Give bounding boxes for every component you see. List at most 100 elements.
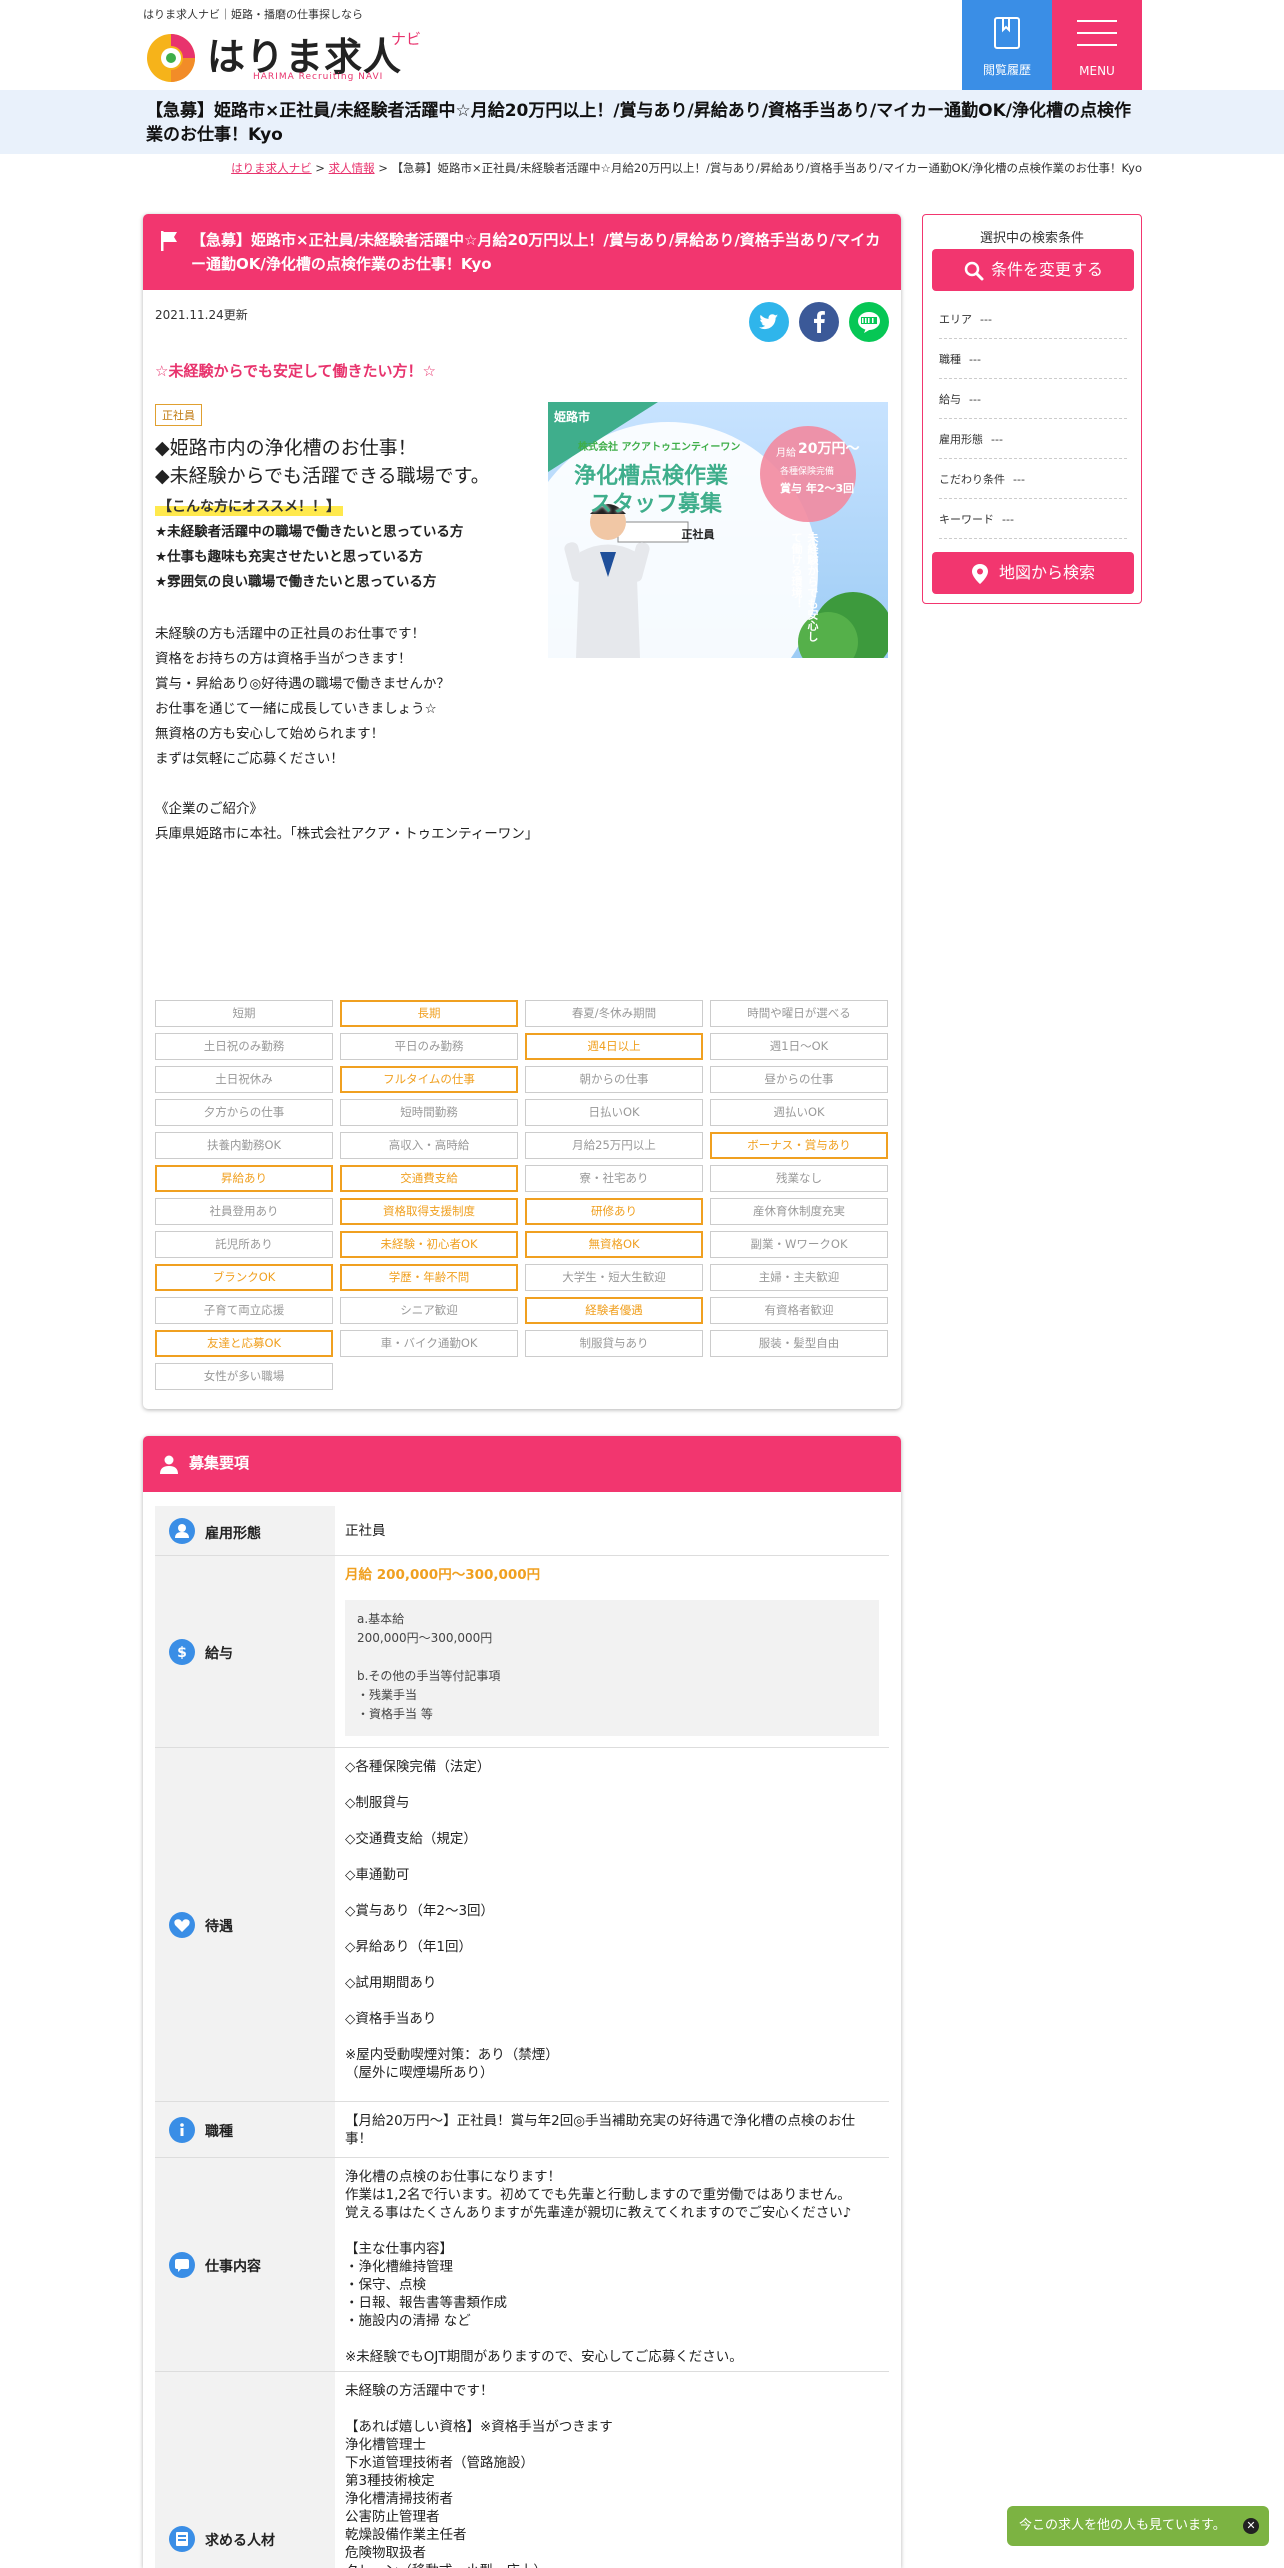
feature-tag[interactable]: 車・バイク通勤OK [340, 1330, 518, 1357]
image-badge: 正社員 [681, 528, 715, 541]
condition-label: 雇用形態 [939, 433, 983, 446]
feature-tag[interactable]: ボーナス・賞与あり [710, 1132, 888, 1159]
wanted-value: 未経験の方活躍中です！ 【あれば嬉しい資格】※資格手当がつきます 浄化槽管理士 … [345, 2383, 613, 2568]
feature-tag[interactable]: フルタイムの仕事 [340, 1066, 518, 1093]
job-description: 未経験の方も活躍中の正社員のお仕事です！ 資格をお持ちの方は資格手当がつきます！… [155, 626, 539, 842]
feature-tag[interactable]: 短期 [155, 1000, 333, 1027]
feature-tag[interactable]: 夕方からの仕事 [155, 1099, 333, 1126]
facebook-share-button[interactable] [799, 302, 839, 342]
menu-label: MENU [1079, 64, 1115, 78]
feature-tag[interactable]: 経験者優遇 [525, 1297, 703, 1324]
page-title-bar: 【急募】姫路市×正社員/未経験者活躍中☆月給20万円以上！/賞与あり/昇給あり/… [0, 90, 1284, 154]
feature-tag[interactable]: 扶養内勤務OK [155, 1132, 333, 1159]
condition-label: 職種 [939, 353, 961, 366]
feature-tag[interactable]: 土日祝休み [155, 1066, 333, 1093]
change-conditions-button[interactable]: 条件を変更する [932, 249, 1134, 291]
feature-tag[interactable]: 有資格者歓迎 [710, 1297, 888, 1324]
feature-tag[interactable]: 日払いOK [525, 1099, 703, 1126]
recommend-point: ★仕事も趣味も充実させたいと思っている方 [155, 549, 423, 565]
line-share-button[interactable] [849, 302, 889, 342]
requirements-header: 募集要項 [143, 1436, 901, 1492]
image-company: 株式会社 アクアトゥエンティーワン [578, 442, 741, 453]
lead-line: ◆姫路市内の浄化槽のお仕事！ [155, 437, 417, 459]
feature-tag[interactable]: 昇給あり [155, 1165, 333, 1192]
salary-detail: a.基本給 200,000円～300,000円 b.その他の手当等付記事項 ・残… [345, 1600, 879, 1736]
feature-tag[interactable]: 平日のみ勤務 [340, 1033, 518, 1060]
feature-tag[interactable]: 副業・WワークOK [710, 1231, 888, 1258]
feature-tag[interactable]: 短時間勤務 [340, 1099, 518, 1126]
row-label-occupation: 職種 [155, 2102, 335, 2158]
search-icon [964, 261, 984, 280]
search-condition-row: エリア --- [939, 301, 1127, 339]
image-region: 姫路市 [554, 410, 591, 424]
info-icon [169, 2117, 195, 2143]
hamburger-icon [1077, 20, 1117, 46]
yen-icon: $ [169, 1639, 195, 1665]
feature-tag[interactable]: 主婦・主夫歓迎 [710, 1264, 888, 1291]
image-salary-value: 20万円～ [798, 441, 860, 457]
feature-tag[interactable]: 資格取得支援制度 [340, 1198, 518, 1225]
heart-icon [169, 1912, 195, 1938]
feature-tag[interactable]: 高収入・高時給 [340, 1132, 518, 1159]
job-image: 姫路市 株式会社 アクアトゥエンティーワン 浄化槽点検作業 スタッフ募集 正社員… [548, 402, 888, 658]
feature-tag[interactable]: 土日祝のみ勤務 [155, 1033, 333, 1060]
feature-tag[interactable]: 女性が多い職場 [155, 1363, 333, 1390]
condition-value: --- [969, 393, 981, 406]
image-salary-label: 月給 [776, 448, 796, 459]
feature-tag[interactable]: 昼からの仕事 [710, 1066, 888, 1093]
feature-tag[interactable]: 大学生・短大生歓迎 [525, 1264, 703, 1291]
breadcrumb-home-link[interactable]: はりま求人ナビ [231, 161, 312, 175]
feature-tag[interactable]: 週払いOK [710, 1099, 888, 1126]
site-tagline: はりま求人ナビ｜姫路・播磨の仕事探しなら [143, 8, 363, 21]
row-label-text: 求める人材 [205, 2533, 275, 2549]
recommend-heading: 【こんな方にオススメ！！】 [155, 496, 343, 516]
row-label-text: 待遇 [205, 1919, 233, 1935]
map-search-button[interactable]: 地図から検索 [932, 552, 1134, 594]
site-logo[interactable]: はりま求人 ナビ HARIMA Recruiting NAVI [143, 24, 463, 86]
feature-tag[interactable]: シニア歓迎 [340, 1297, 518, 1324]
feature-tag[interactable]: 寮・社宅あり [525, 1165, 703, 1192]
line-icon [858, 312, 880, 333]
feature-tag[interactable]: 交通費支給 [340, 1165, 518, 1192]
feature-tag[interactable]: 学歴・年齢不問 [340, 1264, 518, 1291]
chat-icon [169, 2252, 195, 2278]
condition-value: --- [991, 433, 1003, 446]
image-headline: スタッフ募集 [590, 492, 723, 517]
row-label-text: 仕事内容 [205, 2259, 261, 2275]
feature-tag[interactable]: 未経験・初心者OK [340, 1231, 518, 1258]
breadcrumb: はりま求人ナビ > 求人情報 > 【急募】姫路市×正社員/未経験者活躍中☆月給2… [146, 160, 1142, 177]
feature-tag[interactable]: 朝からの仕事 [525, 1066, 703, 1093]
facebook-icon [814, 311, 825, 333]
feature-tag[interactable]: 服装・髪型自由 [710, 1330, 888, 1357]
image-bonus: 賞与 年2～3回 [780, 482, 855, 495]
feature-tag[interactable]: 制服貸与あり [525, 1330, 703, 1357]
feature-tag[interactable]: 週4日以上 [525, 1033, 703, 1060]
menu-button[interactable]: MENU [1052, 0, 1142, 90]
feature-tag[interactable]: 友達と応募OK [155, 1330, 333, 1357]
twitter-share-button[interactable] [749, 302, 789, 342]
feature-tag[interactable]: 無資格OK [525, 1231, 703, 1258]
feature-tag[interactable]: 子育て両立応援 [155, 1297, 333, 1324]
logo-navi: ナビ [391, 30, 422, 48]
feature-tag[interactable]: 社員登用あり [155, 1198, 333, 1225]
feature-tag[interactable]: 週1日～OK [710, 1033, 888, 1060]
history-button[interactable]: 閲覧履歴 [962, 0, 1052, 90]
breadcrumb-list-link[interactable]: 求人情報 [329, 161, 375, 175]
feature-tag[interactable]: 託児所あり [155, 1231, 333, 1258]
row-label-benefits: 待遇 [155, 1748, 335, 2102]
feature-tag[interactable]: 時間や曜日が選べる [710, 1000, 888, 1027]
site-header: はりま求人ナビ｜姫路・播磨の仕事探しなら はりま求人 ナビ HARIMA Rec… [0, 0, 1284, 90]
search-condition-row: 雇用形態 --- [939, 421, 1127, 459]
feature-tag[interactable]: 月給25万円以上 [525, 1132, 703, 1159]
condition-label: 給与 [939, 393, 961, 406]
feature-tag[interactable]: 春夏/冬休み期間 [525, 1000, 703, 1027]
feature-tag[interactable]: 産休育休制度充実 [710, 1198, 888, 1225]
close-icon[interactable]: ✕ [1243, 2518, 1259, 2534]
feature-tag[interactable]: 研修あり [525, 1198, 703, 1225]
feature-tag[interactable]: 長期 [340, 1000, 518, 1027]
row-label-text: 雇用形態 [205, 1526, 261, 1542]
feature-tag[interactable]: 残業なし [710, 1165, 888, 1192]
id-card-icon [169, 2526, 195, 2552]
feature-tag[interactable]: ブランクOK [155, 1264, 333, 1291]
search-condition-row: 職種 --- [939, 341, 1127, 379]
